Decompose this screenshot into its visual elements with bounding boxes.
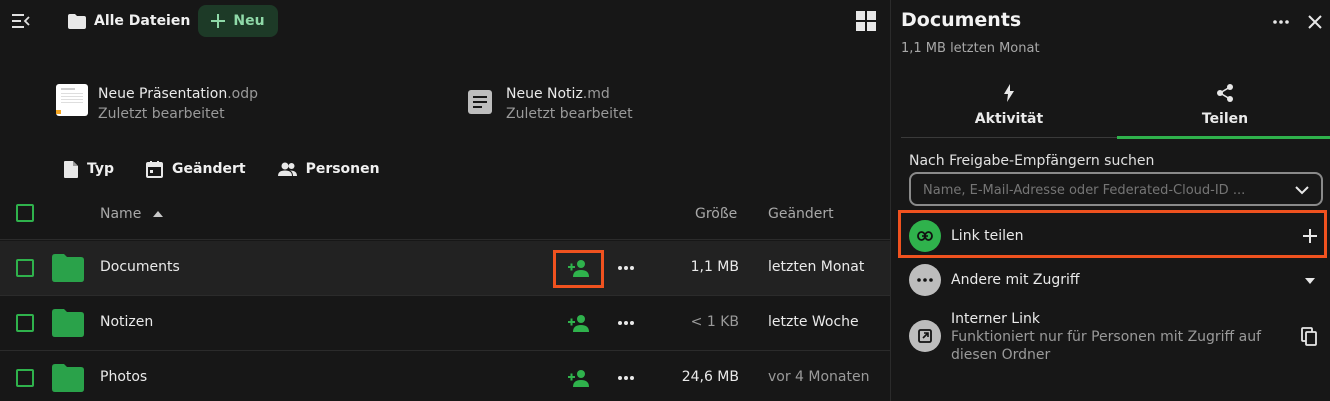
dots-icon [909,264,941,296]
file-modified: letzten Monat [768,259,865,275]
recent-file-ext: .md [582,86,610,102]
recent-file-status: Zuletzt bearbeitet [506,106,633,122]
more-actions-icon[interactable] [616,368,636,388]
folder-icon [52,254,84,282]
file-modified: letzte Woche [768,314,859,330]
breadcrumb-all-files[interactable]: Alle Dateien [68,10,190,32]
others-access-row[interactable]: Andere mit Zugriff [909,264,1323,296]
grid-view-icon[interactable] [856,11,876,31]
filter-modified-button[interactable]: Geändert [146,158,246,180]
file-name[interactable]: Notizen [100,314,153,330]
column-modified-label: Geändert [768,206,834,222]
chevron-down-icon[interactable] [1293,181,1311,199]
column-size-label: Größe [695,206,738,222]
filter-type-button[interactable]: Typ [64,158,114,180]
internal-link-description: Funktioniert nur für Personen mit Zugrif… [951,329,1262,363]
more-actions-icon[interactable] [616,313,636,333]
filter-label: Geändert [172,161,246,177]
filter-label: Personen [305,161,380,177]
column-name-header[interactable]: Name [100,206,141,222]
internal-link-row[interactable]: Interner Link Funktioniert nur für Perso… [909,310,1323,364]
tab-divider [901,137,1117,138]
sidebar-title: Documents [901,9,1022,31]
table-row[interactable]: Documents 1,1 MB letzten Monat [0,241,890,296]
tab-activity[interactable]: Aktivität [901,80,1117,138]
note-document-icon [464,84,496,116]
file-modified: vor 4 Monaten [768,369,870,385]
file-filters: Typ Geändert Personen [64,158,380,180]
tab-label: Teilen [1201,111,1249,127]
column-name-label: Name [100,206,142,222]
navigation-toggle-icon[interactable] [10,10,32,32]
file-size: 24,6 MB [681,369,739,385]
row-checkbox[interactable] [16,369,34,387]
file-size: < 1 KB [690,314,739,330]
share-user-plus-icon[interactable] [568,368,590,388]
recent-file-name: Neue Notiz [506,86,583,102]
tab-sharing[interactable]: Teilen [1117,80,1330,138]
sharee-search-input[interactable] [923,180,1283,200]
folder-icon [52,309,84,337]
new-button[interactable]: Neu [198,5,278,37]
presentation-thumbnail-icon [56,84,88,116]
folder-icon [68,13,86,29]
file-icon [64,160,78,178]
recent-file-name: Neue Präsentation [98,86,228,102]
recent-file-note[interactable]: Neue Notiz.md Zuletzt bearbeitet [464,84,633,124]
copy-icon[interactable] [1301,327,1317,346]
file-size: 1,1 MB [690,259,739,275]
filter-label: Typ [87,161,115,177]
tab-label: Aktivität [974,111,1044,127]
lightning-icon [1004,84,1014,102]
close-icon[interactable] [1305,12,1325,32]
column-size-header[interactable]: Größe [695,206,737,222]
table-row[interactable]: Notizen < 1 KB letzte Woche [0,296,890,351]
sidebar-subtitle: 1,1 MB letzten Monat [901,41,1040,56]
recent-file-status: Zuletzt bearbeitet [98,106,225,122]
column-modified-header[interactable]: Geändert [768,206,834,222]
more-actions-icon[interactable] [616,258,636,278]
files-main: Alle Dateien Neu Neue Präsentation.odp Z… [0,0,890,401]
people-icon [277,162,297,176]
plus-icon [211,14,226,28]
share-icon [1217,84,1233,102]
share-icon-highlight [553,250,604,288]
recent-file-presentation[interactable]: Neue Präsentation.odp Zuletzt bearbeitet [56,84,258,124]
select-all-checkbox[interactable] [16,204,34,222]
sharee-search-field[interactable] [909,172,1323,206]
filter-people-button[interactable]: Personen [277,158,380,180]
sort-ascending-icon [153,211,163,217]
calendar-icon [146,160,164,178]
breadcrumb-label: Alle Dateien [94,13,191,29]
share-user-plus-icon[interactable] [568,313,590,333]
file-name[interactable]: Photos [100,369,147,385]
internal-link-title: Interner Link [951,311,1040,327]
link-share-highlight [898,210,1327,258]
triangle-down-icon[interactable] [1305,278,1315,284]
recent-file-ext: .odp [227,86,259,102]
new-button-label: Neu [233,13,265,29]
row-checkbox[interactable] [16,259,34,277]
others-access-label: Andere mit Zugriff [951,272,1080,288]
folder-icon [52,364,84,392]
active-tab-indicator [1117,136,1330,139]
sharee-search-label: Nach Freigabe-Empfängern suchen [909,153,1155,169]
row-checkbox[interactable] [16,314,34,332]
file-table-header: Name Größe Geändert [0,188,890,240]
file-name[interactable]: Documents [100,259,180,275]
external-link-icon [909,320,941,352]
table-row[interactable]: Photos 24,6 MB vor 4 Monaten [0,351,890,401]
details-sidebar: Documents 1,1 MB letzten Monat Aktivität… [890,0,1330,401]
more-actions-icon[interactable] [1271,12,1291,32]
